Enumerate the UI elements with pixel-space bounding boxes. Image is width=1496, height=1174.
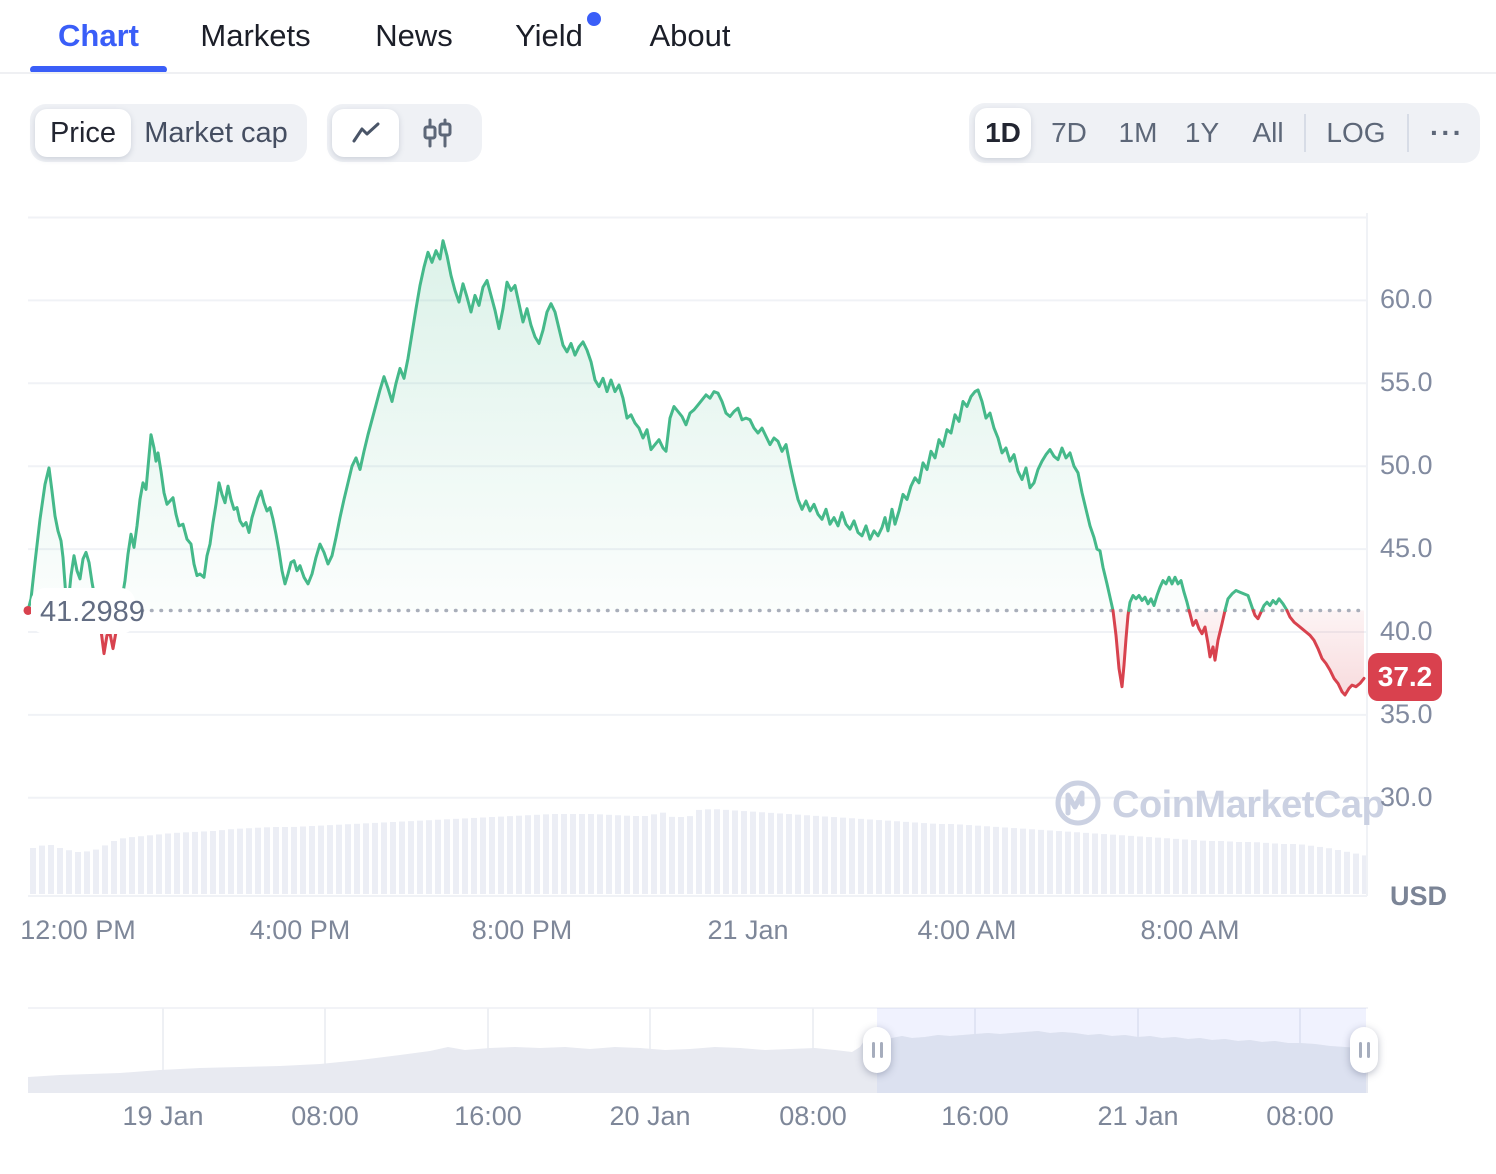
range-1y-label: 1Y [1185,117,1219,149]
price-toggle-label: Price [50,117,116,150]
marketcap-toggle-button[interactable]: Market cap [131,117,301,150]
navigator-tick-7: 21 Jan [1097,1101,1178,1132]
range-divider [1304,114,1306,152]
y-axis-tick-30.0: 30.0 [1380,782,1433,813]
y-axis-tick-55.0: 55.0 [1380,367,1433,398]
marketcap-toggle-label: Market cap [144,117,287,150]
tab-markets-label: Markets [200,18,310,54]
tab-chart-label: Chart [58,18,139,54]
navigator-tick-4: 20 Jan [609,1101,690,1132]
tab-yield-label: Yield [515,18,583,54]
range-1y-button[interactable]: 1Y [1185,103,1219,163]
tab-yield[interactable]: Yield [515,0,583,72]
range-all-button[interactable]: All [1252,103,1283,163]
y-axis-tick-40.0: 40.0 [1380,616,1433,647]
log-scale-button[interactable]: LOG [1326,103,1385,163]
navigator-tick-3: 16:00 [454,1101,522,1132]
navigator-tick-1: 19 Jan [122,1101,203,1132]
navigator-tick-8: 08:00 [1266,1101,1334,1132]
x-axis-tick-3: 8:00 PM [472,915,573,946]
last-price-badge: 37.2 [1368,653,1442,701]
navigator-left-handle[interactable] [863,1027,891,1073]
range-divider-2 [1407,114,1409,152]
more-options-button[interactable]: ··· [1430,103,1464,163]
tab-news[interactable]: News [374,0,454,72]
x-axis-tick-6: 8:00 AM [1140,915,1239,946]
tab-news-label: News [375,18,453,54]
price-toggle-button[interactable]: Price [35,109,131,157]
y-axis-tick-45.0: 45.0 [1380,533,1433,564]
navigator-right-handle[interactable] [1350,1027,1378,1073]
range-7d-button[interactable]: 7D [1051,103,1087,163]
page-tabs: Chart Markets News Yield About [0,0,1496,74]
range-1m-button[interactable]: 1M [1119,103,1158,163]
yield-notification-dot [587,12,601,26]
metric-toggle-group: Price Market cap [30,104,307,162]
candlestick-icon [420,118,454,148]
log-scale-label: LOG [1326,117,1385,149]
tab-about-label: About [649,18,730,54]
range-1m-label: 1M [1119,117,1158,149]
x-axis-tick-1: 12:00 PM [20,915,136,946]
range-7d-label: 7D [1051,117,1087,149]
navigator-tick-5: 08:00 [779,1101,847,1132]
nav-divider [0,72,1496,74]
tab-markets[interactable]: Markets [198,0,313,72]
range-1d-label: 1D [985,117,1021,149]
navigator-tick-2: 08:00 [291,1101,359,1132]
more-options-icon: ··· [1430,117,1464,149]
x-axis-tick-2: 4:00 PM [250,915,351,946]
range-selector-group: 1D 7D 1M 1Y All LOG ··· [969,103,1480,163]
range-1d-button[interactable]: 1D [975,108,1031,158]
y-axis-tick-60.0: 60.0 [1380,284,1433,315]
tab-chart[interactable]: Chart [30,0,167,72]
currency-label: USD [1390,881,1447,912]
x-axis-tick-5: 4:00 AM [917,915,1016,946]
chart-type-toggle-group [327,104,482,162]
navigator-tick-6: 16:00 [941,1101,1009,1132]
range-all-label: All [1252,117,1283,149]
y-axis-tick-50.0: 50.0 [1380,450,1433,481]
candlestick-type-button[interactable] [399,118,475,148]
y-axis-tick-35.0: 35.0 [1380,699,1433,730]
line-chart-type-button[interactable] [332,109,399,157]
tab-about[interactable]: About [648,0,732,72]
svg-text:CoinMarketCap: CoinMarketCap [1112,784,1384,826]
x-axis-tick-4: 21 Jan [707,915,788,946]
baseline-price-label: 41.2989 [40,596,145,629]
line-chart-icon [351,120,381,146]
price-chart-canvas[interactable]: CoinMarketCap [0,0,1496,1174]
